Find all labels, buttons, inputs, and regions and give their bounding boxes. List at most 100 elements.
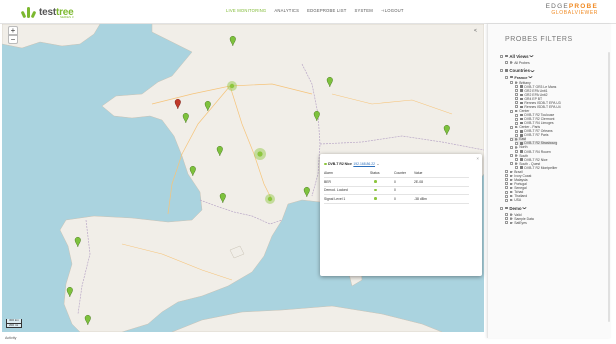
tree-checkbox[interactable] bbox=[515, 85, 518, 89]
tree-item-label: DVB-T R2 Strasbourg bbox=[524, 141, 558, 146]
chevron-down-icon[interactable]: ❯ bbox=[530, 55, 534, 58]
chevron-down-icon[interactable]: ⌄ bbox=[377, 162, 380, 166]
activity-label: Activity bbox=[5, 336, 17, 340]
alarm-counter: 0 bbox=[394, 186, 414, 195]
tree-checkbox[interactable] bbox=[515, 113, 518, 117]
alarm-status bbox=[370, 186, 394, 195]
folder-icon bbox=[504, 69, 508, 72]
tree-item[interactable]: France ❯ bbox=[505, 75, 532, 80]
tree-checkbox[interactable] bbox=[510, 137, 513, 141]
tree-checkbox[interactable] bbox=[505, 182, 508, 186]
tree-checkbox[interactable] bbox=[510, 125, 513, 129]
tree-checkbox[interactable] bbox=[515, 166, 518, 170]
tree-checkbox[interactable] bbox=[515, 133, 518, 137]
chevron-down-icon[interactable]: ❯ bbox=[528, 76, 532, 79]
panel-scrollbar[interactable] bbox=[608, 52, 610, 322]
chevron-down-icon[interactable]: ❯ bbox=[531, 69, 535, 72]
alarm-name: Signal Level 1 bbox=[324, 194, 370, 204]
tree-checkbox[interactable] bbox=[515, 89, 518, 93]
tree-checkbox[interactable] bbox=[505, 170, 508, 174]
tree-checkbox[interactable] bbox=[515, 97, 518, 101]
tree-checkbox[interactable] bbox=[505, 221, 508, 225]
nav-analytics[interactable]: ANALYTICS bbox=[274, 8, 299, 13]
zoom-in-button[interactable]: + bbox=[8, 26, 18, 35]
tree-checkbox[interactable] bbox=[505, 75, 508, 79]
folder-icon bbox=[519, 129, 523, 133]
tree-checkbox[interactable] bbox=[515, 101, 518, 105]
tree-checkbox[interactable] bbox=[505, 190, 508, 194]
tag-icon bbox=[509, 61, 513, 64]
tree-checkbox[interactable] bbox=[510, 154, 513, 158]
scale-mi: 200 mi bbox=[6, 323, 22, 329]
tree-checkbox[interactable] bbox=[505, 178, 508, 182]
tree-checkbox[interactable] bbox=[515, 129, 518, 133]
probe-ip-link[interactable]: 192.168.86.22 bbox=[353, 162, 375, 166]
chevron-down-icon[interactable]: ❯ bbox=[523, 207, 527, 210]
tree-checkbox[interactable] bbox=[515, 93, 518, 97]
folder-icon bbox=[519, 142, 523, 145]
tree-checkbox[interactable] bbox=[505, 213, 508, 217]
alarm-name: BER bbox=[324, 177, 370, 187]
zoom-out-button[interactable]: − bbox=[8, 35, 18, 44]
collapse-panel-button[interactable]: < bbox=[474, 28, 477, 34]
tree-item[interactable]: All Views ❯ bbox=[500, 54, 534, 59]
tree-checkbox[interactable] bbox=[510, 109, 513, 113]
nav-system[interactable]: SYSTEM bbox=[355, 8, 373, 13]
tree-checkbox[interactable] bbox=[510, 145, 513, 149]
status-ok-icon bbox=[374, 197, 377, 200]
tree-checkbox[interactable] bbox=[500, 69, 503, 73]
tree-checkbox[interactable] bbox=[500, 206, 503, 210]
folder-icon bbox=[519, 158, 523, 161]
tree-checkbox[interactable] bbox=[505, 186, 508, 190]
tag-icon bbox=[514, 146, 518, 149]
tree-checkbox[interactable] bbox=[510, 162, 513, 166]
tree-item[interactable]: USA bbox=[505, 198, 521, 202]
tree-checkbox[interactable] bbox=[505, 217, 508, 221]
tree-checkbox[interactable] bbox=[505, 198, 508, 202]
tree-checkbox[interactable] bbox=[515, 105, 518, 109]
tree-item-label: Countries bbox=[509, 68, 530, 74]
tree-checkbox[interactable] bbox=[515, 158, 518, 162]
tree-checkbox[interactable] bbox=[515, 141, 518, 145]
edgeprobe-brand: EDGEPROBE GLOBALVIEWER bbox=[546, 3, 598, 16]
tag-icon bbox=[509, 170, 513, 173]
status-ok-icon bbox=[374, 180, 377, 183]
folder-icon bbox=[519, 85, 523, 88]
nav-edgeprobe-list[interactable]: EDGEPROBE LIST bbox=[307, 8, 346, 13]
tag-icon bbox=[509, 217, 513, 220]
folder-icon bbox=[519, 117, 523, 121]
tree-checkbox[interactable] bbox=[505, 61, 508, 64]
tree-checkbox[interactable] bbox=[510, 81, 513, 85]
tree-item-label: All Probes bbox=[514, 60, 530, 65]
tag-icon bbox=[509, 186, 513, 190]
tree-checkbox[interactable] bbox=[515, 117, 518, 121]
tree-item[interactable]: Demo ❯ bbox=[500, 206, 527, 211]
folder-icon bbox=[519, 150, 523, 153]
tree-item[interactable]: All Probes bbox=[505, 61, 530, 65]
tree-checkbox[interactable] bbox=[505, 174, 508, 178]
folder-icon bbox=[509, 75, 513, 79]
tree-checkbox[interactable] bbox=[515, 121, 518, 125]
tag-icon bbox=[514, 138, 518, 141]
folder-icon bbox=[519, 113, 523, 117]
tree-checkbox[interactable] bbox=[500, 54, 503, 58]
tree-checkbox[interactable] bbox=[505, 194, 508, 198]
main-nav: LIVE MONITORING ANALYTICS EDGEPROBE LIST… bbox=[226, 8, 404, 13]
nav-live-monitoring[interactable]: LIVE MONITORING bbox=[226, 8, 266, 13]
nav-logout[interactable]: ⊣LOGOUT bbox=[381, 8, 404, 13]
tag-icon bbox=[509, 190, 513, 194]
tag-icon bbox=[509, 174, 513, 177]
testtree-logo[interactable]: testtree SERIES 3 bbox=[20, 3, 74, 21]
folder-icon bbox=[519, 97, 523, 101]
tree-item[interactable]: SatEyes bbox=[505, 221, 527, 225]
alarm-status bbox=[370, 194, 394, 204]
tag-icon bbox=[514, 154, 518, 157]
probe-status-dot bbox=[324, 162, 327, 166]
folder-icon bbox=[519, 105, 523, 109]
column-header-counter: Counter bbox=[394, 169, 414, 178]
tree-checkbox[interactable] bbox=[515, 150, 518, 153]
popup-close-button[interactable]: × bbox=[476, 156, 479, 161]
top-navigation-bar: testtree SERIES 3 LIVE MONITORING ANALYT… bbox=[0, 0, 616, 24]
column-header-status: Status bbox=[370, 169, 394, 178]
tree-item[interactable]: Countries ❯ bbox=[500, 68, 535, 74]
